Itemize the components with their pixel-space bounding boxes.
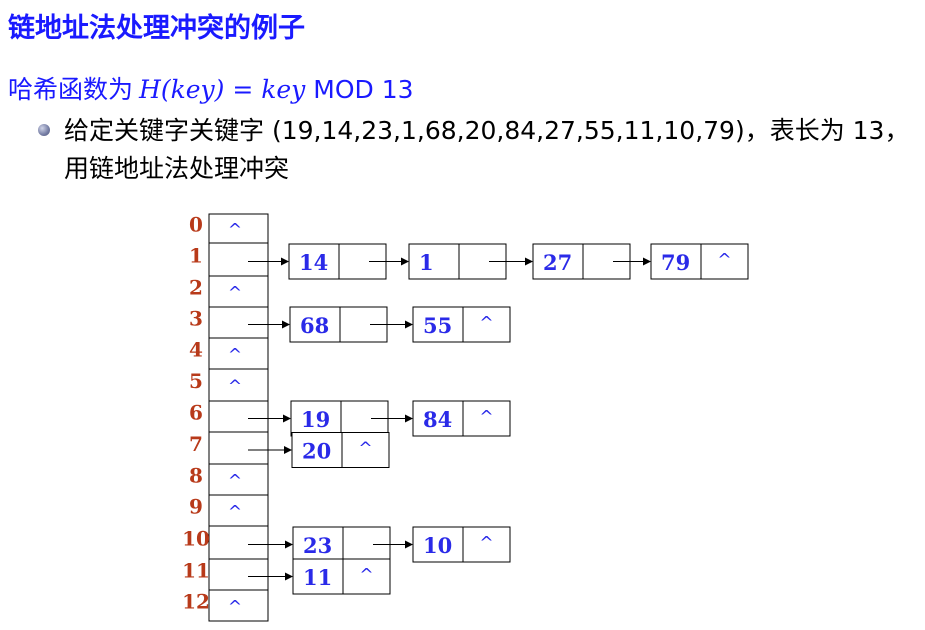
null-pointer-symbol: ^ [479, 314, 493, 334]
arrow-head [405, 414, 413, 423]
chain-node-key: 10 [423, 533, 452, 558]
null-pointer-symbol: ^ [717, 251, 731, 271]
table-slot [208, 558, 269, 591]
chain-node-key: 14 [299, 250, 328, 275]
chain-node-key: 19 [301, 407, 330, 432]
null-pointer-symbol: ^ [228, 503, 242, 523]
null-pointer-symbol: ^ [228, 221, 242, 241]
slot-index-label: 6 [189, 401, 203, 425]
arrow-head [285, 540, 293, 549]
arrow-head [405, 320, 413, 329]
table-slot [208, 242, 269, 277]
slot-index-label: 1 [189, 244, 203, 268]
arrow-head [643, 257, 651, 266]
arrow-head [282, 320, 290, 329]
slot-index-label: 7 [189, 432, 203, 456]
null-pointer-symbol: ^ [358, 439, 372, 459]
chain-node-key-cell [408, 243, 460, 280]
null-pointer-symbol: ^ [228, 472, 242, 492]
chain-node-key: 23 [303, 533, 332, 558]
arrow-head [283, 414, 291, 423]
slot-index-label: 2 [189, 276, 203, 300]
chained-hash-table-diagram: 0 ^12 ^34 ^5 ^678 ^9 ^101112 ^14 1 27 79 ^68 55 ^19 84… [182, 213, 749, 622]
chain-node-key: 68 [300, 313, 329, 338]
chain-node-key: 27 [543, 250, 572, 275]
table-slot [208, 400, 269, 433]
arrow-head [281, 257, 289, 266]
slot-index-label: 8 [189, 464, 203, 488]
table-slot [208, 525, 269, 560]
slot-index-label: 4 [189, 338, 203, 362]
arrow-head [285, 572, 293, 581]
chain-node-key: 84 [423, 407, 452, 432]
arrow-head [284, 446, 292, 454]
null-pointer-symbol: ^ [228, 284, 242, 304]
arrow-head [401, 257, 409, 266]
null-pointer-symbol: ^ [228, 346, 242, 366]
arrow-head [525, 257, 533, 266]
chain-node-key: 20 [302, 439, 331, 464]
null-pointer-symbol: ^ [228, 598, 242, 618]
chain-node-key: 79 [661, 250, 690, 275]
null-pointer-symbol: ^ [479, 534, 493, 554]
chain-node-key: 55 [423, 313, 452, 338]
slot-index-label: 12 [182, 590, 210, 614]
table-slot [208, 306, 269, 339]
slot-index-label: 11 [182, 559, 210, 583]
slot-index-label: 9 [189, 495, 203, 519]
slot-index-label: 0 [189, 213, 203, 237]
table-slot [208, 431, 269, 465]
chain-node-key: 11 [303, 565, 332, 590]
chain-node-key: 1 [419, 250, 434, 275]
null-pointer-symbol: ^ [228, 377, 242, 397]
slot-index-label: 10 [182, 527, 210, 551]
arrow-head [405, 540, 413, 549]
slot-index-label: 5 [189, 369, 203, 393]
null-pointer-symbol: ^ [479, 408, 493, 428]
null-pointer-symbol: ^ [359, 566, 373, 586]
slot-index-label: 3 [189, 307, 203, 331]
